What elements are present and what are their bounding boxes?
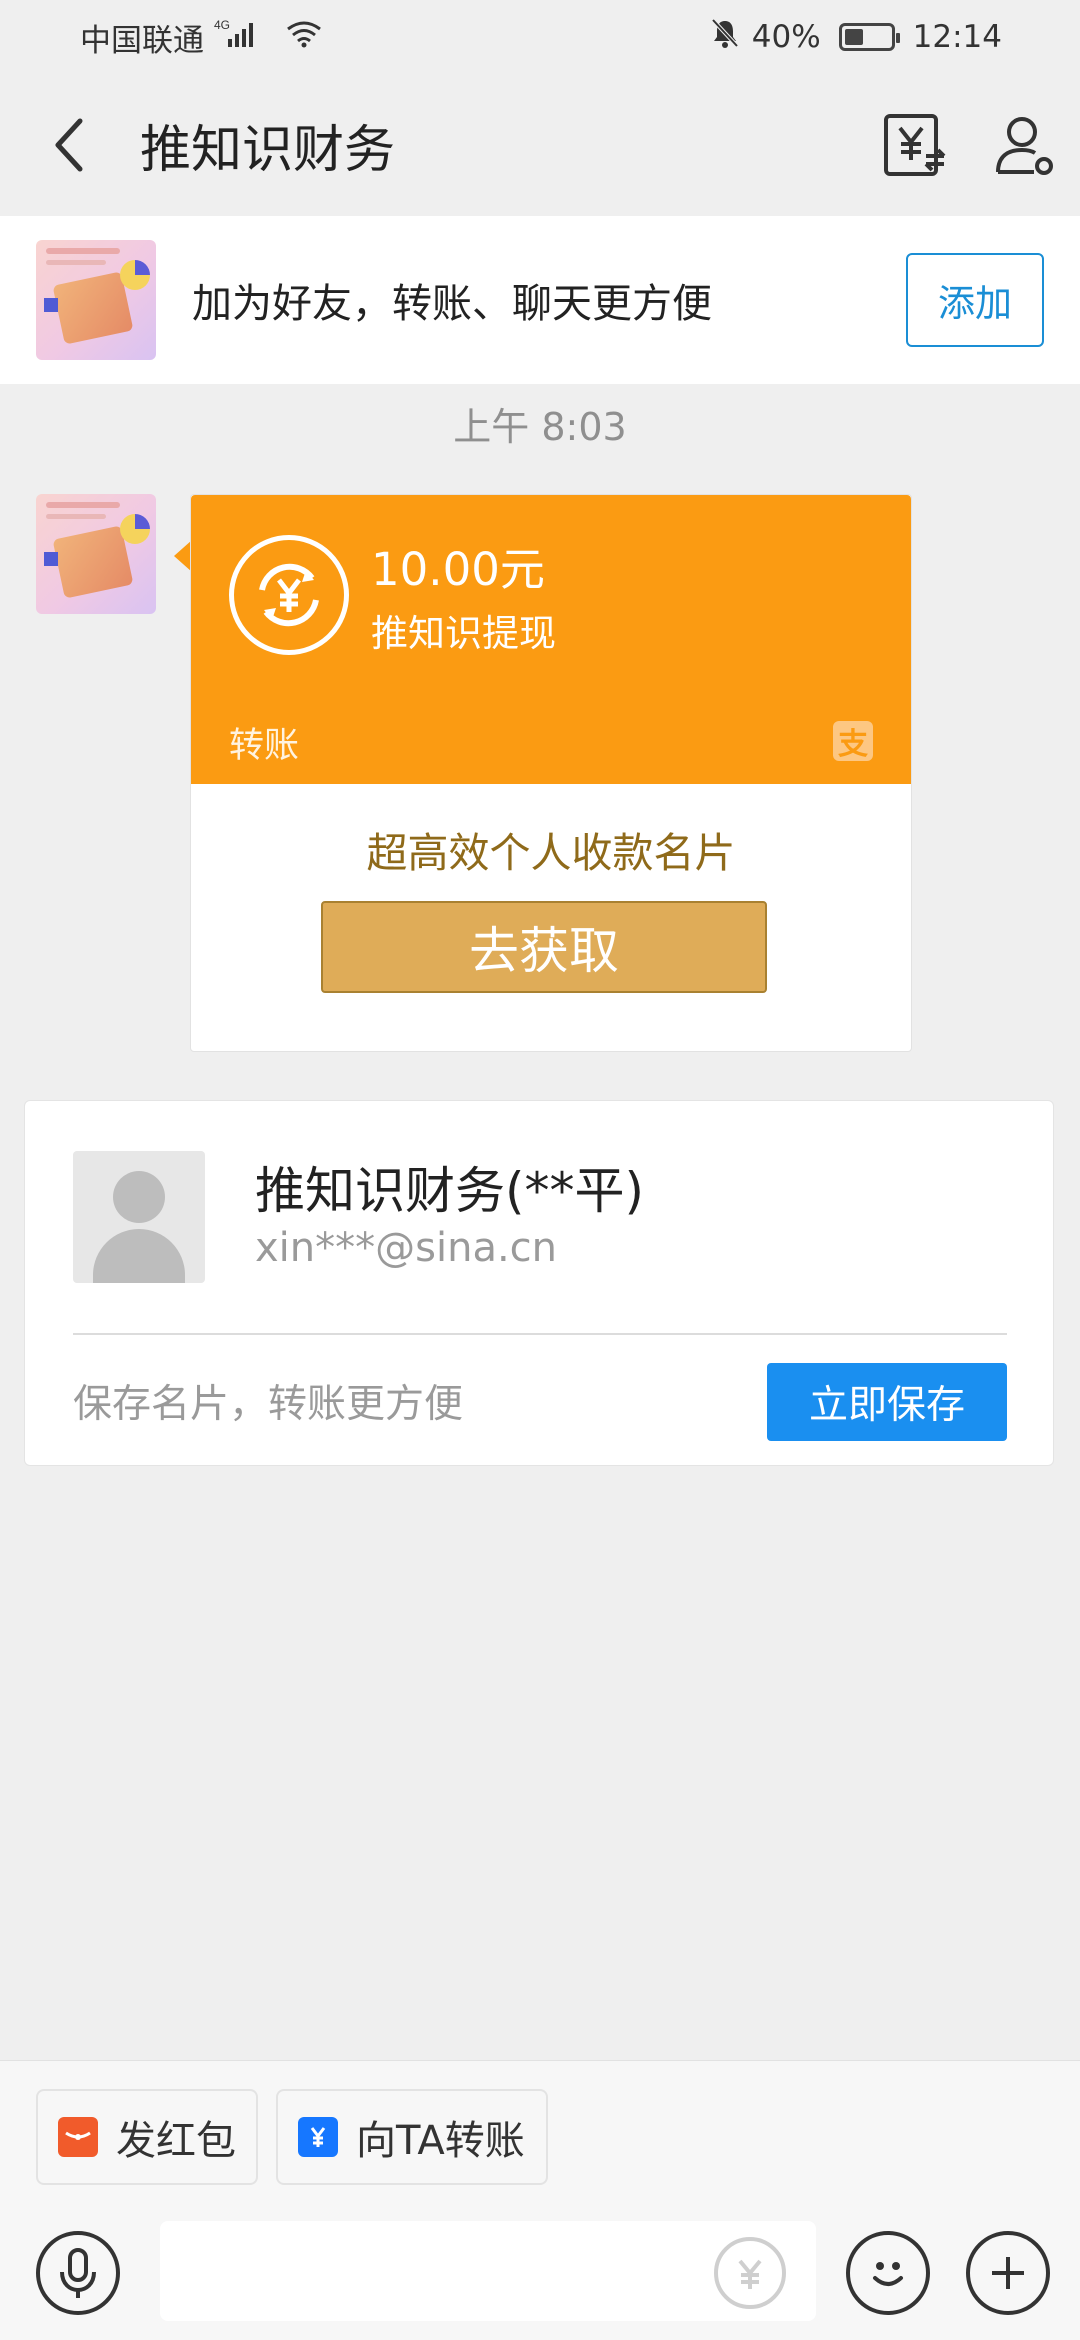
carrier-name: 中国联通: [80, 22, 204, 59]
default-avatar-icon: [73, 1151, 205, 1283]
contact-avatar[interactable]: [36, 240, 156, 360]
yuan-refresh-icon: [229, 535, 349, 655]
promo-text: 超高效个人收款名片: [366, 829, 736, 877]
add-friend-button[interactable]: 添加: [906, 253, 1044, 347]
transfer-description: 推知识提现: [371, 612, 556, 655]
microphone-icon: [60, 2248, 96, 2298]
transfer-label: 向TA转账: [356, 2118, 525, 2164]
nav-bar: 推知识财务: [0, 74, 1080, 216]
red-packet-label: 发红包: [116, 2118, 236, 2164]
add-friend-text: 加为好友，转账、聊天更方便: [192, 281, 712, 327]
transfer-to-contact-button[interactable]: 向TA转账: [276, 2089, 548, 2185]
yuan-icon: [298, 2117, 338, 2157]
wifi-icon: [284, 17, 324, 57]
chevron-left-icon: [55, 118, 83, 172]
quick-pay-icon[interactable]: [714, 2237, 786, 2309]
transfer-type-label: 转账: [229, 726, 300, 766]
contact-name: 推知识财务(**平): [255, 1162, 645, 1220]
red-packet-icon: [58, 2117, 98, 2157]
voice-button[interactable]: [36, 2231, 120, 2315]
add-friend-banner: 加为好友，转账、聊天更方便 添加: [0, 216, 1080, 384]
save-hint-text: 保存名片，转账更方便: [73, 1382, 464, 1427]
svg-text:4G: 4G: [214, 18, 230, 32]
divider: [73, 1333, 1007, 1335]
signal-icon: 4G: [214, 17, 274, 57]
message-timestamp: 上午 8:03: [453, 405, 627, 449]
save-contact-button[interactable]: 立即保存: [767, 1363, 1007, 1441]
contact-profile-button[interactable]: [970, 74, 1080, 216]
plus-icon: [992, 2257, 1024, 2289]
emoji-button[interactable]: [846, 2231, 930, 2315]
yuan-exchange-icon: [884, 114, 946, 176]
contact-save-card: 推知识财务(**平) xin***@sina.cn 保存名片，转账更方便 立即保…: [24, 1100, 1054, 1466]
contact-email: xin***@sina.cn: [255, 1225, 558, 1271]
sender-avatar[interactable]: [36, 494, 156, 614]
battery-icon: [838, 23, 900, 51]
page-title: 推知识财务: [140, 121, 396, 180]
alipay-icon: 支: [833, 721, 873, 762]
transfer-amount: 10.00元: [371, 543, 545, 596]
smiley-icon: [873, 2262, 903, 2286]
transfer-header[interactable]: 10.00元 推知识提现 转账 支: [191, 495, 911, 784]
get-card-button[interactable]: 去获取: [321, 901, 767, 993]
more-options-button[interactable]: [966, 2231, 1050, 2315]
mute-bell-icon: [708, 16, 742, 58]
red-packet-button[interactable]: 发红包: [36, 2089, 258, 2185]
person-settings-icon: [996, 117, 1053, 175]
battery-level: 40%: [751, 19, 821, 55]
back-button[interactable]: [0, 74, 140, 216]
clock-time: 12:14: [912, 19, 1002, 55]
transfer-message-card[interactable]: 10.00元 推知识提现 转账 支 超高效个人收款名片 去获取: [190, 494, 912, 1052]
transfer-records-button[interactable]: [860, 74, 970, 216]
bottom-toolbar: 发红包 向TA转账: [0, 2060, 1080, 2340]
status-bar: 中国联通 4G 40% 12:14: [0, 0, 1080, 74]
